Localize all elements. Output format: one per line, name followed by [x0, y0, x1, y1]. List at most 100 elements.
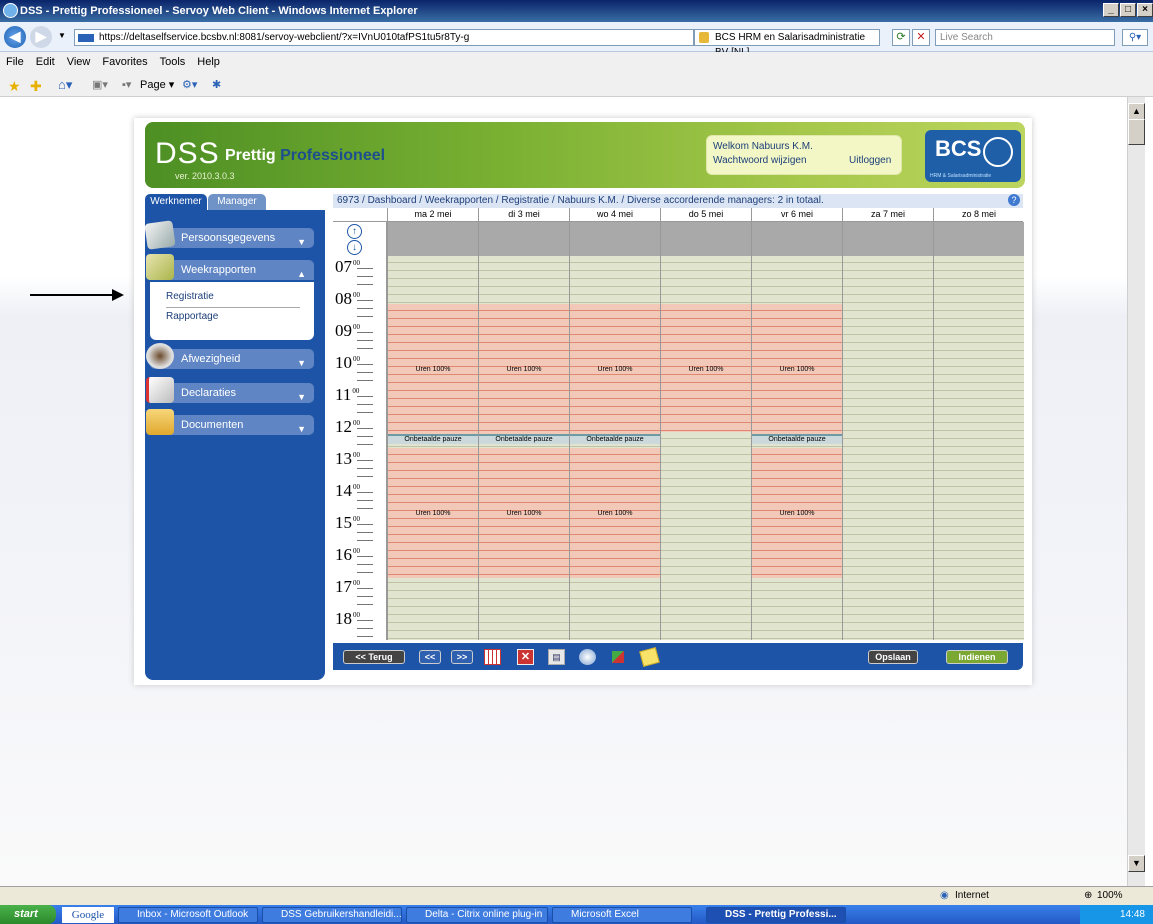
- search-icon[interactable]: ⚲▾: [1122, 29, 1148, 46]
- tab-werknemer[interactable]: Werknemer: [145, 194, 207, 210]
- minutes-label: 00: [353, 355, 360, 363]
- task-excel[interactable]: Microsoft Excel: [552, 907, 692, 923]
- grid-view-icon[interactable]: [484, 649, 501, 665]
- back-nav-button[interactable]: ◀: [4, 26, 26, 48]
- tab-manager[interactable]: Manager: [208, 194, 266, 210]
- refresh-icon[interactable]: ⟳: [892, 29, 910, 46]
- pause-block[interactable]: Onbetaalde pauze: [479, 434, 569, 444]
- research-icon[interactable]: ✱: [212, 73, 221, 97]
- day-column-5[interactable]: Uren 100% Onbetaalde pauze Uren 100%: [751, 222, 842, 640]
- work-block[interactable]: Uren 100%: [479, 448, 569, 578]
- scroll-thumb[interactable]: [1128, 119, 1145, 145]
- save-button[interactable]: Opslaan: [868, 650, 918, 664]
- next-week-button[interactable]: >>: [451, 650, 473, 664]
- menu-favorites[interactable]: Favorites: [96, 52, 153, 73]
- menu-view[interactable]: View: [61, 52, 97, 73]
- all-day-area[interactable]: [752, 222, 842, 256]
- clock-refresh-icon[interactable]: [579, 649, 596, 665]
- work-block[interactable]: Uren 100%: [661, 304, 751, 432]
- pause-block[interactable]: Onbetaalde pauze: [570, 434, 660, 444]
- url-input[interactable]: https://deltaselfservice.bcsbv.nl:8081/s…: [74, 29, 694, 46]
- home-icon[interactable]: ⌂▾: [58, 73, 72, 97]
- day-column-4[interactable]: Uren 100%: [660, 222, 751, 640]
- work-block[interactable]: Uren 100%: [388, 448, 478, 578]
- maximize-button[interactable]: □: [1120, 3, 1136, 17]
- vertical-scrollbar[interactable]: ▲ ▼: [1127, 97, 1145, 888]
- sidebar-item-weekrapporten[interactable]: Weekrapporten ▲: [146, 254, 314, 280]
- task-outlook[interactable]: Inbox - Microsoft Outlook: [118, 907, 258, 923]
- menu-help[interactable]: Help: [191, 52, 226, 73]
- all-day-area[interactable]: [843, 222, 933, 256]
- scroll-earlier-icon[interactable]: ↑: [347, 224, 362, 239]
- prev-week-button[interactable]: <<: [419, 650, 441, 664]
- live-search-input[interactable]: Live Search: [935, 29, 1115, 46]
- favorites-star-icon[interactable]: ★: [8, 74, 21, 98]
- menu-tools[interactable]: Tools: [154, 52, 192, 73]
- day-column-2[interactable]: Uren 100% Onbetaalde pauze Uren 100%: [478, 222, 569, 640]
- work-block[interactable]: Uren 100%: [752, 448, 842, 578]
- day-column-6[interactable]: [842, 222, 933, 640]
- hour-number: 12: [335, 417, 352, 436]
- zoom-level[interactable]: 100%: [1097, 887, 1123, 905]
- submit-button[interactable]: Indienen: [946, 650, 1008, 664]
- sidebar-item-persoonsgegevens[interactable]: Persoonsgegevens ▼: [144, 220, 314, 250]
- task-word[interactable]: DSS Gebruikershandleidi...: [262, 907, 402, 923]
- scroll-later-icon[interactable]: ↓: [347, 240, 362, 255]
- all-day-area[interactable]: [661, 222, 751, 256]
- forward-nav-button[interactable]: ▶: [30, 26, 52, 48]
- minimize-button[interactable]: _: [1103, 3, 1119, 17]
- submenu-registratie[interactable]: Registratie: [166, 291, 214, 302]
- work-block[interactable]: Uren 100%: [479, 304, 569, 434]
- google-toolbar[interactable]: Google: [62, 907, 114, 923]
- calendar-grid[interactable]: Uren 100% Onbetaalde pauze Uren 100% Uren 1…: [387, 222, 1024, 640]
- work-block[interactable]: Uren 100%: [570, 304, 660, 434]
- work-block[interactable]: Uren 100%: [388, 304, 478, 434]
- logout-link[interactable]: Uitloggen: [849, 154, 891, 168]
- hour-label-13: 1300: [335, 449, 360, 469]
- tree-icon[interactable]: [612, 651, 624, 663]
- time-slots[interactable]: [934, 256, 1024, 640]
- task-ie-active[interactable]: DSS - Prettig Professi...: [706, 907, 846, 923]
- breadcrumb: 6973 / Dashboard / Weekrapporten / Regis…: [333, 194, 1023, 208]
- stop-icon[interactable]: ✕: [912, 29, 930, 46]
- sidebar-item-afwezigheid[interactable]: Afwezigheid ▼: [146, 343, 314, 369]
- pause-block[interactable]: Onbetaalde pauze: [752, 434, 842, 444]
- all-day-area[interactable]: [388, 222, 478, 256]
- menu-edit[interactable]: Edit: [30, 52, 61, 73]
- add-favorites-icon[interactable]: ✚: [30, 74, 42, 98]
- chevron-up-icon: ▲: [297, 269, 306, 279]
- work-block[interactable]: Uren 100%: [752, 304, 842, 434]
- day-column-7[interactable]: [933, 222, 1024, 640]
- calendar-settings-icon[interactable]: ▤: [548, 649, 565, 665]
- minutes-label: 00: [353, 515, 360, 523]
- scroll-down-icon[interactable]: ▼: [1128, 855, 1145, 872]
- day-column-3[interactable]: Uren 100% Onbetaalde pauze Uren 100%: [569, 222, 660, 640]
- close-window-button[interactable]: ×: [1137, 3, 1153, 17]
- submenu-rapportage[interactable]: Rapportage: [166, 311, 218, 322]
- all-day-area[interactable]: [570, 222, 660, 256]
- history-dropdown-icon[interactable]: ▼: [58, 31, 66, 40]
- print-icon[interactable]: ▪▾: [122, 73, 131, 97]
- back-button[interactable]: << Terug: [343, 650, 405, 664]
- tools-menu-icon[interactable]: ⚙▾: [182, 73, 197, 97]
- all-day-area[interactable]: [479, 222, 569, 256]
- sidebar-item-documenten[interactable]: Documenten ▼: [146, 409, 314, 435]
- pause-block[interactable]: Onbetaalde pauze: [388, 434, 478, 444]
- scroll-up-icon[interactable]: ▲: [1128, 103, 1145, 120]
- delete-icon[interactable]: ✕: [517, 649, 534, 665]
- security-report[interactable]: BCS HRM en Salarisadministratie BV [NL]: [694, 29, 880, 58]
- help-icon[interactable]: ?: [1008, 194, 1020, 206]
- sidebar-item-declaraties[interactable]: Declaraties ▼: [146, 377, 314, 403]
- change-password-link[interactable]: Wachtwoord wijzigen: [713, 154, 807, 168]
- feeds-icon[interactable]: ▣▾: [92, 73, 108, 97]
- time-slots[interactable]: [843, 256, 933, 640]
- page-menu[interactable]: Page ▾: [140, 73, 174, 97]
- zoom-icon[interactable]: ⊕: [1084, 887, 1092, 905]
- all-day-area[interactable]: [934, 222, 1024, 256]
- start-button[interactable]: start: [0, 905, 56, 924]
- day-column-1[interactable]: Uren 100% Onbetaalde pauze Uren 100%: [387, 222, 478, 640]
- work-block[interactable]: Uren 100%: [570, 448, 660, 578]
- task-citrix[interactable]: Delta - Citrix online plug-in: [406, 907, 548, 923]
- hour-label-08: 0800: [335, 289, 360, 309]
- menu-file[interactable]: File: [0, 52, 30, 73]
